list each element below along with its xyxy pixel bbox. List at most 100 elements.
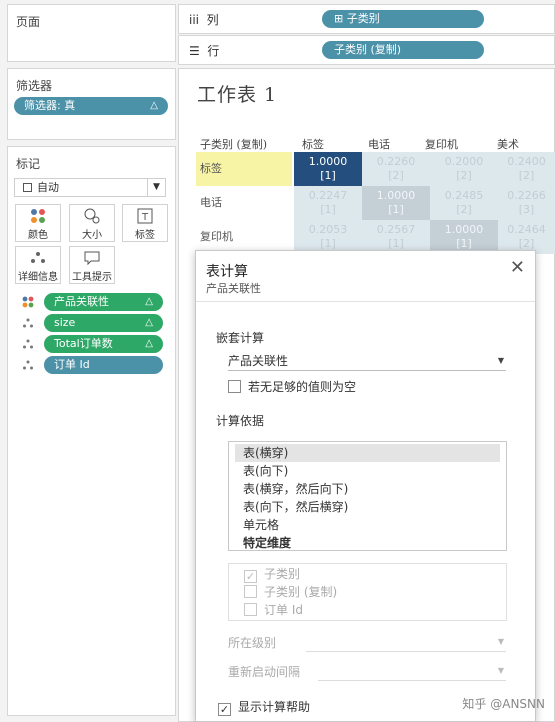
cell-count: [1] (320, 203, 336, 216)
tooltip-icon (70, 250, 114, 268)
row-header[interactable]: 电话 (196, 186, 292, 220)
columns-shelf[interactable]: iii 列 ⊞ 子类别 (178, 4, 555, 34)
table-cell[interactable]: 0.2260 [2] (362, 152, 430, 186)
cell-value: 0.2266 (507, 189, 546, 202)
cell-count: [2] (388, 169, 404, 182)
plus-box-icon: ⊞ (334, 12, 344, 25)
at-level-label: 所在级别 (228, 636, 277, 650)
dimension-checkbox[interactable]: 子类别 (复制) (244, 585, 337, 600)
dialog-subtitle: 产品关联性 (206, 282, 261, 295)
col-header: 电话 (368, 138, 390, 151)
table-cell[interactable]: 0.2485 [2] (430, 186, 498, 220)
mark-pill-label: 产品关联性 (54, 295, 109, 308)
cell-value: 0.2400 (507, 155, 546, 168)
label-button-label: 标签 (135, 230, 155, 241)
cell-value: 0.2053 (308, 223, 348, 236)
square-icon (23, 183, 32, 192)
size-button[interactable]: 大小 (69, 204, 115, 242)
nested-calc-select[interactable]: 产品关联性 ▼ (228, 351, 506, 371)
table-cell[interactable]: 1.0000 [1] (294, 152, 362, 186)
compute-option[interactable]: 表(向下，然后横穿) (229, 498, 506, 516)
color-dots-icon (22, 296, 34, 311)
columns-label-text: 列 (206, 13, 219, 27)
table-cell[interactable]: 0.2400 [2] (498, 152, 555, 186)
null-if-insufficient-checkbox[interactable]: 若无足够的值则为空 (228, 380, 356, 395)
rows-shelf[interactable]: ☰ 行 子类别 (复制) (178, 35, 555, 65)
columns-pill-label: 子类别 (346, 12, 380, 25)
table-cell[interactable]: 1.0000 [1] (430, 220, 498, 254)
delta-icon: △ (150, 100, 158, 111)
rows-pill-label: 子类别 (复制) (334, 43, 402, 56)
checkbox-label: 显示计算帮助 (238, 700, 311, 714)
table-cell[interactable]: 0.2053 [1] (294, 220, 362, 254)
cell-value: 0.2567 (376, 223, 416, 236)
nested-calc-value: 产品关联性 (228, 354, 289, 368)
rows-shelf-label: ☰ 行 (189, 42, 219, 59)
mark-pill-label: 订单 Id (54, 358, 90, 371)
table-calculation-dialog[interactable]: 表计算 产品关联性 ✕ 嵌套计算 产品关联性 ▼ 若无足够的值则为空 计算依据 … (195, 250, 536, 722)
table-cell[interactable]: 0.2247 [1] (294, 186, 362, 220)
dialog-title: 表计算 (206, 264, 248, 280)
compute-option[interactable]: 单元格 (229, 516, 506, 534)
mark-pill-order-id[interactable]: 订单 Id (44, 356, 163, 374)
restart-every-select[interactable]: ▼ (318, 661, 506, 681)
size-icon (70, 208, 114, 226)
detail-button[interactable]: 详细信息 (15, 246, 61, 284)
color-dots-icon (16, 208, 60, 226)
mark-pill-size[interactable]: size △ (44, 314, 163, 332)
color-button-label: 颜色 (28, 230, 48, 241)
table-cell[interactable]: 1.0000 [1] (362, 186, 430, 220)
dimension-checkbox[interactable]: ✓ 子类别 (244, 567, 300, 583)
show-calc-help-checkbox[interactable]: ✓ 显示计算帮助 (218, 700, 310, 716)
table-cell[interactable]: 0.2464 [2] (498, 220, 555, 254)
caret-down-icon: ▼ (497, 356, 504, 365)
mark-pill-label: Total订单数 (54, 337, 113, 350)
mark-type-value: 自动 (37, 181, 59, 194)
table-cell[interactable]: 0.2567 [1] (362, 220, 430, 254)
delta-icon: △ (145, 296, 153, 307)
mark-type-select[interactable]: 自动 ▼ (14, 178, 166, 197)
compute-using-list[interactable]: 表(横穿) 表(向下) 表(横穿，然后向下) 表(向下，然后横穿) 单元格 特定… (228, 441, 507, 551)
chevron-down-icon[interactable]: ▼ (147, 179, 165, 196)
table-cell[interactable]: 0.2266 [3] (498, 186, 555, 220)
marks-label: 标记 (16, 157, 41, 171)
text-label-icon: T (123, 208, 167, 226)
col-header: 复印机 (425, 138, 458, 151)
cell-value: 1.0000 (376, 189, 416, 202)
checkbox-label: 子类别 (264, 567, 301, 581)
cell-count: [1] (320, 237, 336, 250)
compute-option[interactable]: 特定维度 (229, 534, 506, 552)
nested-calc-label: 嵌套计算 (216, 331, 265, 345)
compute-option[interactable]: 表(横穿，然后向下) (229, 480, 506, 498)
compute-option[interactable]: 表(横穿) (235, 444, 500, 462)
compute-option[interactable]: 表(向下) (229, 462, 506, 480)
cell-value: 0.2247 (308, 189, 348, 202)
filter-pill[interactable]: 筛选器: 真 △ (14, 97, 168, 115)
color-button[interactable]: 颜色 (15, 204, 61, 242)
row-header[interactable]: 标签 (196, 152, 292, 186)
delta-icon: △ (145, 317, 153, 328)
at-level-select[interactable]: ▼ (306, 632, 506, 652)
check-icon: ✓ (218, 703, 231, 716)
restart-every-label: 重新启动间隔 (228, 665, 301, 679)
label-button[interactable]: T 标签 (122, 204, 168, 242)
columns-pill[interactable]: ⊞ 子类别 (322, 10, 484, 28)
pages-panel[interactable]: 页面 (7, 4, 176, 62)
cell-value: 0.2260 (376, 155, 416, 168)
checkbox-label: 若无足够的值则为空 (248, 380, 357, 394)
table-cell[interactable]: 0.2000 [2] (430, 152, 498, 186)
cell-count: [2] (518, 237, 535, 250)
tooltip-button[interactable]: 工具提示 (69, 246, 115, 284)
pages-label: 页面 (16, 15, 41, 29)
detail-dots-icon (22, 359, 34, 374)
close-icon[interactable]: ✕ (510, 257, 525, 278)
size-button-label: 大小 (82, 230, 102, 241)
cell-value: 0.2000 (444, 155, 484, 168)
check-icon: ✓ (244, 570, 257, 583)
row-header[interactable]: 复印机 (196, 220, 292, 254)
mark-pill-product-affinity[interactable]: 产品关联性 △ (44, 293, 163, 311)
mark-pill-label: size (54, 316, 76, 329)
rows-pill[interactable]: 子类别 (复制) (322, 41, 484, 59)
mark-pill-total-orders[interactable]: Total订单数 △ (44, 335, 163, 353)
dimension-checkbox[interactable]: 订单 Id (244, 603, 303, 618)
